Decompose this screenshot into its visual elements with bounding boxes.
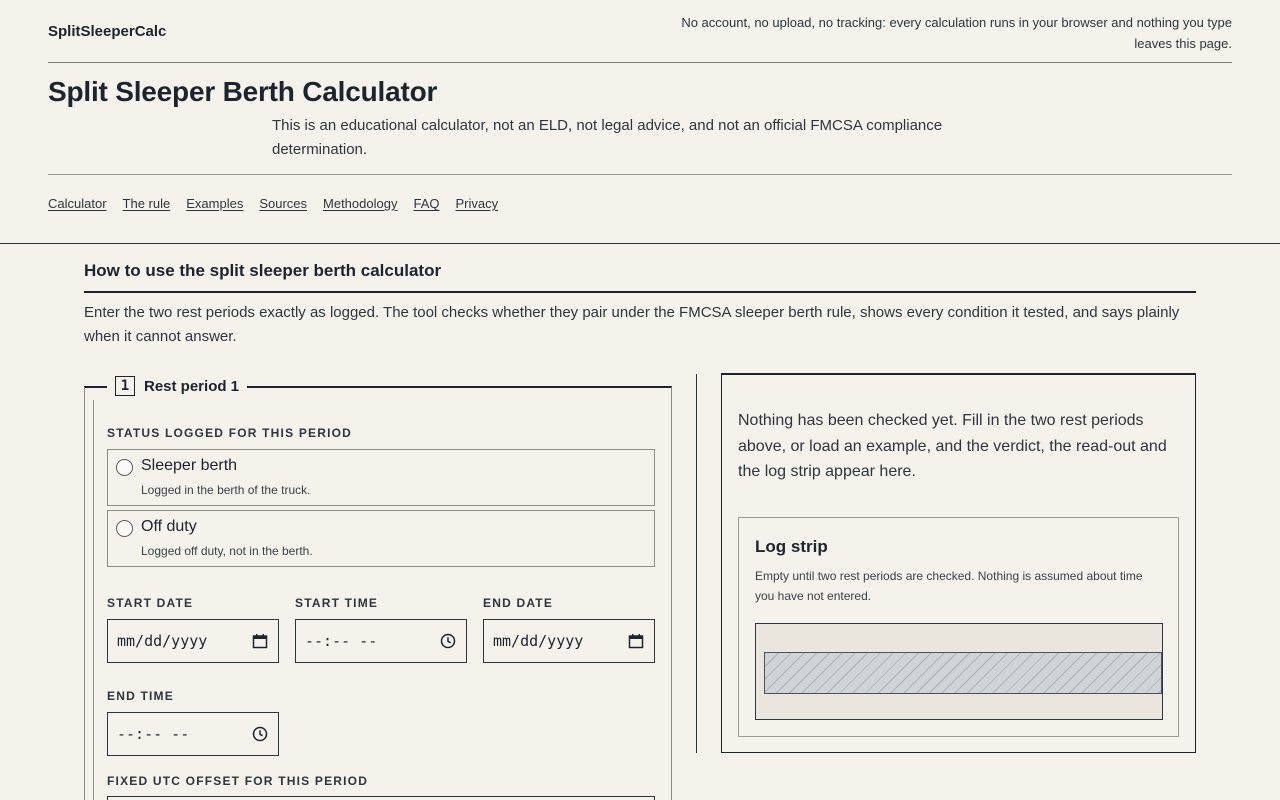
clock-icon[interactable]: [252, 726, 268, 742]
title-divider: [48, 174, 1232, 175]
column-divider: [696, 374, 697, 753]
result-empty-message: Nothing has been checked yet. Fill in th…: [738, 412, 1167, 480]
start-time-label: START TIME: [295, 596, 379, 610]
nav-methodology[interactable]: Methodology: [323, 196, 397, 211]
section-divider: [84, 291, 1196, 293]
page-title: Split Sleeper Berth Calculator: [48, 76, 438, 107]
log-strip-empty-bar: [764, 652, 1162, 694]
end-date-input[interactable]: mm/dd/yyyy: [483, 619, 655, 663]
result-panel: Nothing has been checked yet. Fill in th…: [721, 373, 1196, 753]
period-number-badge: 1: [115, 376, 135, 396]
option-title: Off duty: [141, 518, 197, 535]
start-date-placeholder: mm/dd/yyyy: [117, 632, 208, 650]
brand-link[interactable]: SplitSleeperCalc: [48, 23, 166, 40]
start-time-placeholder: --:-- --: [305, 632, 378, 650]
nav-calculator[interactable]: Calculator: [48, 196, 107, 211]
start-time-input[interactable]: --:-- --: [295, 619, 467, 663]
main-nav: Calculator The rule Examples Sources Met…: [48, 196, 498, 211]
nav-privacy[interactable]: Privacy: [455, 196, 498, 211]
nav-examples[interactable]: Examples: [186, 196, 243, 211]
end-date-label: END DATE: [483, 596, 554, 610]
log-strip-description: Empty until two rest periods are checked…: [755, 569, 1143, 603]
option-description: Logged off duty, not in the berth.: [141, 544, 313, 558]
option-sleeper-berth[interactable]: Sleeper berth Logged in the berth of the…: [107, 449, 655, 506]
end-date-placeholder: mm/dd/yyyy: [493, 632, 584, 650]
nav-divider: [0, 243, 1280, 244]
calendar-icon[interactable]: [252, 633, 268, 649]
end-time-placeholder: --:-- --: [117, 725, 190, 743]
off-duty-radio[interactable]: [116, 520, 133, 537]
clock-icon[interactable]: [440, 633, 456, 649]
header-divider: [48, 62, 1232, 63]
sleeper-berth-radio[interactable]: [116, 459, 133, 476]
utc-offset-label: FIXED UTC OFFSET FOR THIS PERIOD: [107, 774, 369, 788]
disclaimer: This is an educational calculator, not a…: [272, 117, 943, 158]
start-date-input[interactable]: mm/dd/yyyy: [107, 619, 279, 663]
start-date-label: START DATE: [107, 596, 194, 610]
fieldset-inner-rule: [93, 400, 94, 800]
nav-faq[interactable]: FAQ: [413, 196, 439, 211]
period-title: Rest period 1: [144, 377, 240, 395]
privacy-note: No account, no upload, no tracking: ever…: [681, 15, 1232, 51]
calendar-icon[interactable]: [628, 633, 644, 649]
nav-the-rule[interactable]: The rule: [123, 196, 171, 211]
status-label: STATUS LOGGED FOR THIS PERIOD: [107, 426, 353, 440]
log-strip-card: Log strip Empty until two rest periods a…: [738, 517, 1179, 737]
rest-period-1-fieldset: 1 Rest period 1 STATUS LOGGED FOR THIS P…: [84, 376, 672, 800]
nav-sources[interactable]: Sources: [259, 196, 307, 211]
end-time-label: END TIME: [107, 689, 174, 703]
option-off-duty[interactable]: Off duty Logged off duty, not in the ber…: [107, 510, 655, 567]
rest-period-1-legend: 1 Rest period 1: [107, 376, 248, 396]
utc-offset-select[interactable]: [107, 796, 655, 800]
log-strip-title: Log strip: [755, 537, 828, 556]
section-title: How to use the split sleeper berth calcu…: [84, 261, 442, 280]
option-title: Sleeper berth: [141, 457, 238, 474]
section-intro: Enter the two rest periods exactly as lo…: [84, 304, 1180, 345]
end-time-input[interactable]: --:-- --: [107, 712, 279, 756]
option-description: Logged in the berth of the truck.: [141, 483, 311, 497]
log-strip-graph: [755, 623, 1163, 720]
